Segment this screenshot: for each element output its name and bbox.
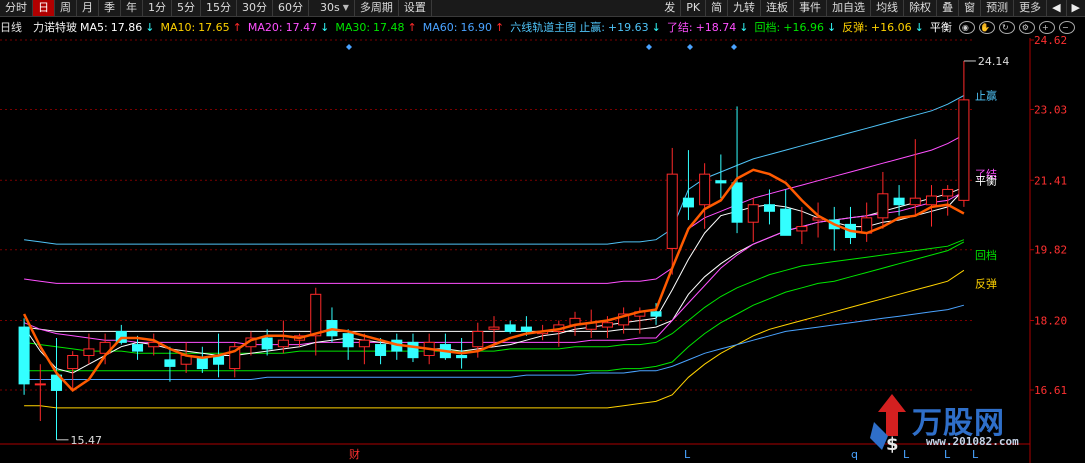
price-tick-1: 23.03 [1034, 103, 1067, 116]
candle-body-58 [958, 99, 970, 201]
kline-chart[interactable]: 24.62 23.03 21.41 19.82 18.20 16.61 24.14 15.47… [0, 0, 1085, 463]
candle-body-47 [780, 208, 792, 236]
candle-body-30 [504, 324, 516, 332]
high-label: 24.14 [978, 55, 1010, 68]
candle-body-55 [909, 197, 921, 206]
candle-body-27 [456, 354, 468, 359]
candle-body-54 [893, 197, 905, 206]
candle-body-18 [310, 293, 322, 337]
price-tick-4: 18.20 [1034, 315, 1067, 328]
candle-body-56 [925, 195, 938, 206]
candle-body-48 [796, 226, 808, 232]
event-diamond-1 [646, 44, 652, 50]
event-diamond-3 [731, 44, 737, 50]
candle-body-57 [942, 188, 954, 197]
price-tick-2: 21.41 [1034, 174, 1067, 187]
candle-body-36 [601, 322, 613, 328]
bottom-marker-2: q [851, 448, 858, 461]
candle-body-39 [650, 311, 662, 317]
bottom-marker-0: 财 [349, 447, 360, 461]
right-label-zhiying: 止赢 [975, 88, 997, 102]
candle-body-53 [877, 193, 889, 219]
band-liaojie [24, 134, 965, 284]
right-label-fantan: 反弹 [975, 276, 997, 290]
candle-body-3 [67, 354, 79, 370]
price-tick-5: 16.61 [1034, 384, 1067, 397]
candle-body-45 [747, 204, 759, 223]
wangu-logo-icon: $ [870, 394, 906, 454]
candle-body-43 [715, 180, 727, 184]
right-label-huidang: 回档 [975, 248, 997, 262]
bottom-marker-4: L [944, 448, 951, 461]
candle-body-28 [472, 330, 484, 348]
watermark-url: www.201082.com [926, 435, 1019, 448]
candle-body-20 [342, 333, 354, 348]
candle-body-44 [731, 182, 743, 223]
candle-body-21 [358, 339, 370, 348]
candle-body-41 [682, 197, 694, 208]
thick-orange-line [22, 168, 965, 393]
bottom-marker-1: L [684, 448, 691, 461]
candle-body-40 [666, 173, 678, 249]
price-tick-3: 19.82 [1034, 244, 1067, 257]
candle-body-15 [261, 337, 273, 350]
candle-body-1 [34, 383, 46, 386]
candle-body-24 [407, 341, 419, 359]
event-diamond-0 [346, 44, 352, 50]
low-label: 15.47 [71, 434, 103, 447]
bottom-marker-5: L [972, 448, 979, 461]
candle-body-7 [132, 344, 144, 352]
right-label-pingheng: 平衡 [975, 175, 997, 188]
candle-body-46 [763, 204, 775, 212]
band-pingheng [24, 186, 965, 332]
candle-body-22 [375, 344, 387, 356]
candle-body-31 [520, 326, 532, 332]
candle-body-29 [488, 326, 500, 330]
price-tick-0: 24.62 [1034, 34, 1067, 47]
candle-body-42 [699, 173, 711, 206]
event-diamond-2 [687, 44, 693, 50]
candle-body-4 [83, 348, 95, 356]
candle-body-16 [277, 339, 289, 348]
candle-body-11 [196, 357, 208, 370]
candle-body-9 [164, 359, 176, 367]
svg-text:$: $ [886, 434, 899, 454]
candle-body-0 [18, 326, 30, 385]
